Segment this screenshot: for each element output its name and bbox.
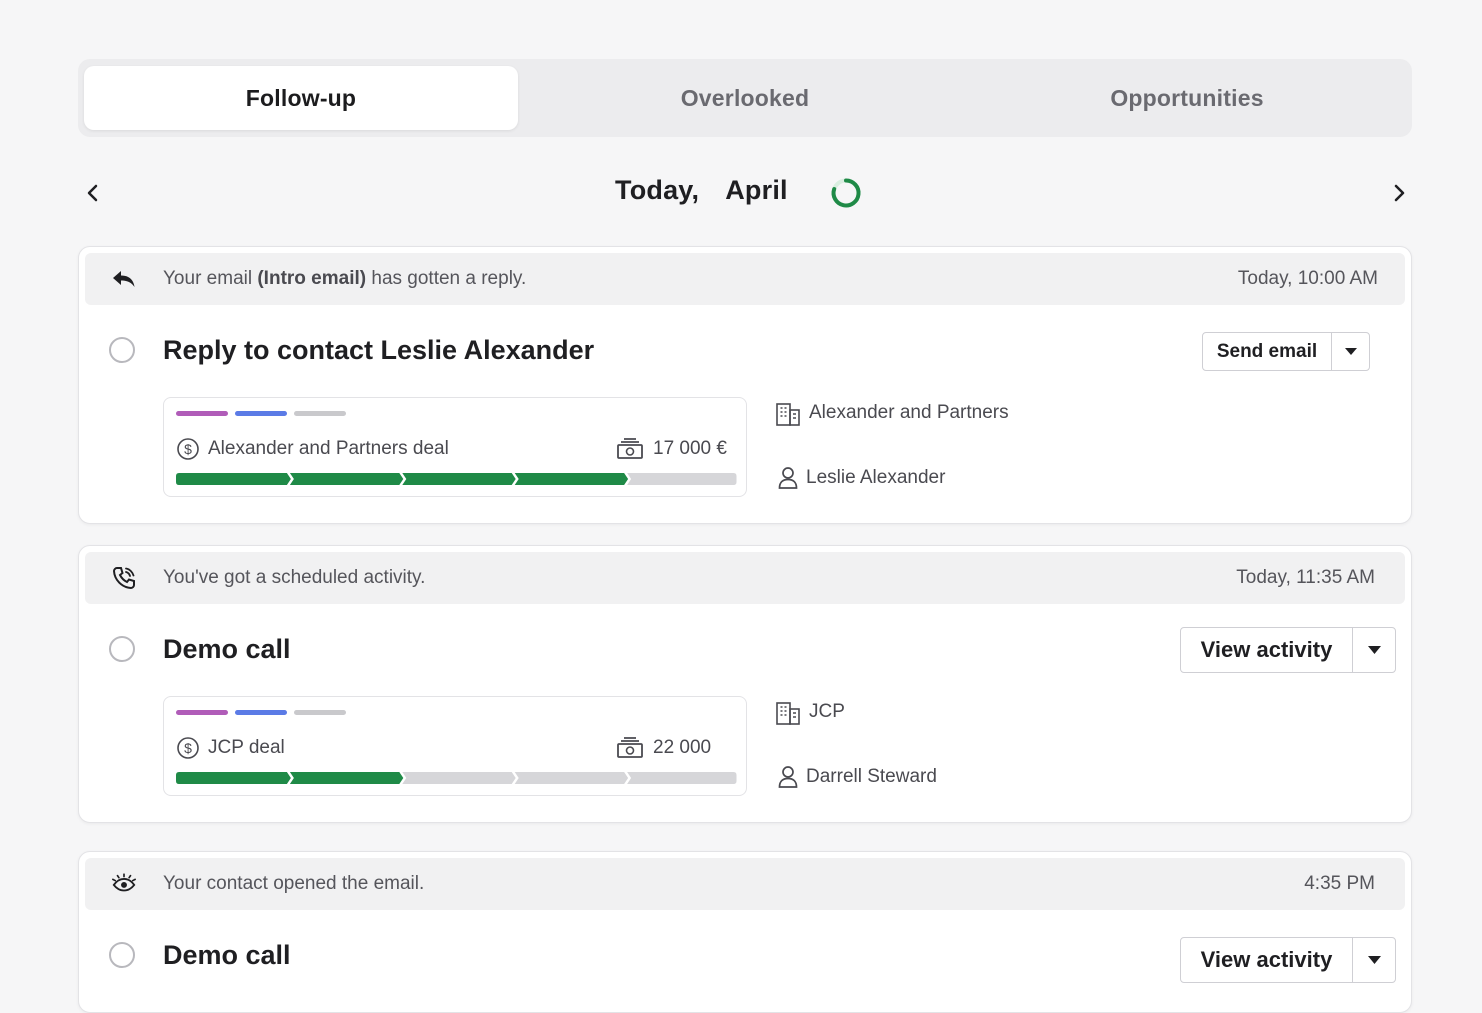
deal-name: JCP deal xyxy=(208,737,285,758)
deal-tag xyxy=(176,411,228,416)
task-complete-checkbox[interactable] xyxy=(109,942,135,968)
company-name[interactable]: JCP xyxy=(809,701,845,723)
tab-opportunities[interactable]: Opportunities xyxy=(970,66,1404,130)
view-activity-split-button: View activity xyxy=(1180,937,1396,983)
notification-text: Your email (Intro email) has gotten a re… xyxy=(163,268,527,289)
tab-bar: Follow-up Overlooked Opportunities xyxy=(78,59,1412,137)
contact-name[interactable]: Darrell Steward xyxy=(806,766,937,788)
notification-time: 4:35 PM xyxy=(1304,873,1375,894)
dollar-circle-icon: $ xyxy=(177,737,199,759)
company-info: JCP xyxy=(775,698,1075,728)
progress-stage-complete xyxy=(289,473,404,485)
activity-card: You've got a scheduled activity. Today, … xyxy=(78,545,1412,823)
deal-name: Alexander and Partners deal xyxy=(208,438,449,459)
deal-stage-progress xyxy=(176,473,738,485)
send-email-split-button: Send email xyxy=(1202,332,1370,371)
notification-bar: You've got a scheduled activity. Today, … xyxy=(85,552,1405,604)
deal-stage-progress xyxy=(176,772,738,784)
person-icon xyxy=(778,766,798,788)
deal-tags xyxy=(176,411,346,416)
date-day: Today, xyxy=(615,175,700,205)
deal-tag xyxy=(294,411,346,416)
view-activity-options-button[interactable] xyxy=(1352,628,1395,672)
view-activity-split-button: View activity xyxy=(1180,627,1396,673)
view-activity-button[interactable]: View activity xyxy=(1181,628,1352,672)
caret-down-icon xyxy=(1344,348,1357,355)
progress-stage-complete xyxy=(514,473,629,485)
progress-stage-complete xyxy=(176,473,291,485)
notification-time: Today, 10:00 AM xyxy=(1237,268,1378,289)
chevron-right-icon xyxy=(1394,184,1405,202)
activity-card: Your contact opened the email. 4:35 PM D… xyxy=(78,851,1412,1013)
phone-icon xyxy=(111,566,137,590)
deal-card[interactable]: $ JCP deal 22 000 xyxy=(163,696,747,796)
date-navigation: Today, April xyxy=(78,166,1412,220)
reply-icon xyxy=(111,267,137,291)
task-complete-checkbox[interactable] xyxy=(109,337,135,363)
deal-tags xyxy=(176,710,346,715)
previous-day-button[interactable] xyxy=(80,176,106,210)
progress-stage-complete xyxy=(289,772,404,784)
contact-info: Darrell Steward xyxy=(777,763,1077,793)
date-month: April xyxy=(725,175,788,205)
progress-stage-pending xyxy=(514,772,629,784)
progress-stage-pending xyxy=(627,772,737,784)
date-title: Today, April xyxy=(615,175,788,206)
deal-card[interactable]: $ Alexander and Partners deal 17 000 € xyxy=(163,397,747,497)
task-title: Demo call xyxy=(163,940,291,970)
loading-spinner-icon xyxy=(830,177,862,214)
progress-stage-complete xyxy=(402,473,516,485)
money-icon xyxy=(617,737,643,758)
deal-tag xyxy=(294,710,346,715)
deal-amount: 17 000 € xyxy=(653,438,727,459)
caret-down-icon xyxy=(1367,956,1381,964)
deal-tag xyxy=(235,411,287,416)
building-icon xyxy=(776,403,800,426)
company-name[interactable]: Alexander and Partners xyxy=(809,402,1009,424)
deal-row: $ JCP deal 22 000 xyxy=(176,735,734,761)
notification-bar: Your contact opened the email. 4:35 PM xyxy=(85,858,1405,910)
contact-info: Leslie Alexander xyxy=(777,464,1077,494)
chevron-left-icon xyxy=(87,184,98,202)
activity-card: Your email (Intro email) has gotten a re… xyxy=(78,246,1412,524)
progress-stage-pending xyxy=(402,772,516,784)
contact-name[interactable]: Leslie Alexander xyxy=(806,467,945,489)
deal-tag xyxy=(235,710,287,715)
deal-row: $ Alexander and Partners deal 17 000 € xyxy=(176,436,734,462)
view-activity-button[interactable]: View activity xyxy=(1181,938,1352,982)
notification-bar: Your email (Intro email) has gotten a re… xyxy=(85,253,1405,305)
view-activity-options-button[interactable] xyxy=(1352,938,1395,982)
tab-overlooked[interactable]: Overlooked xyxy=(528,66,962,130)
send-email-options-button[interactable] xyxy=(1331,333,1369,370)
dollar-circle-icon: $ xyxy=(177,438,199,460)
deal-tag xyxy=(176,710,228,715)
tab-follow-up[interactable]: Follow-up xyxy=(84,66,518,130)
eye-icon xyxy=(111,872,137,896)
progress-stage-pending xyxy=(627,473,737,485)
money-icon xyxy=(617,438,643,459)
task-complete-checkbox[interactable] xyxy=(109,636,135,662)
task-title: Demo call xyxy=(163,634,291,664)
caret-down-icon xyxy=(1367,646,1381,654)
task-title: Reply to contact Leslie Alexander xyxy=(163,335,595,365)
svg-text:$: $ xyxy=(184,740,192,756)
svg-text:$: $ xyxy=(184,441,192,457)
company-info: Alexander and Partners xyxy=(775,399,1075,429)
send-email-button[interactable]: Send email xyxy=(1203,333,1331,370)
next-day-button[interactable] xyxy=(1386,176,1412,210)
building-icon xyxy=(776,702,800,725)
notification-text: Your contact opened the email. xyxy=(163,873,425,894)
notification-time: Today, 11:35 AM xyxy=(1236,567,1375,588)
deal-amount: 22 000 xyxy=(653,737,712,758)
progress-stage-complete xyxy=(176,772,291,784)
notification-text: You've got a scheduled activity. xyxy=(163,567,426,588)
person-icon xyxy=(778,467,798,489)
